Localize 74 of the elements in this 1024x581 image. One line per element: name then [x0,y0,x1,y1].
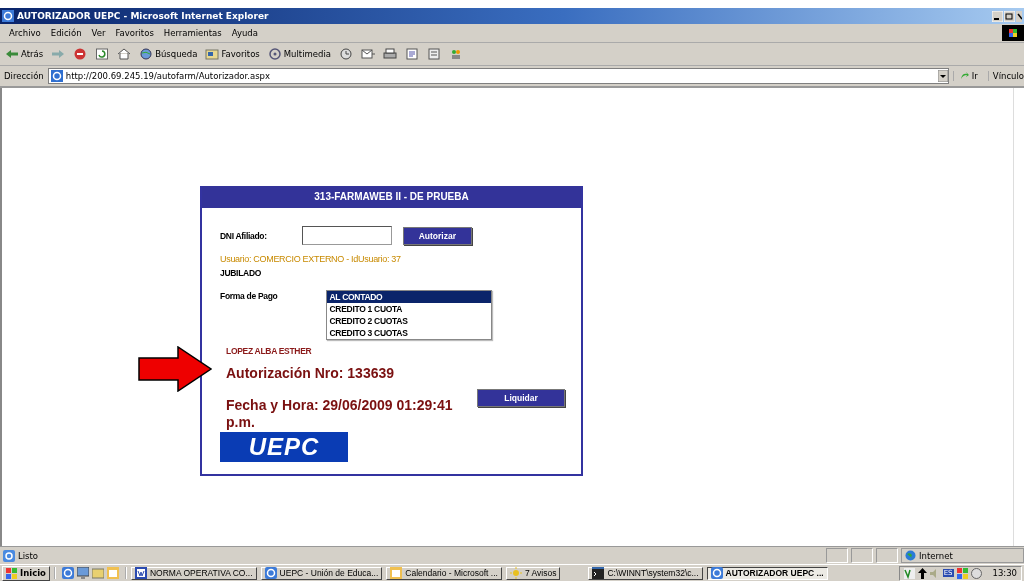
field-label: Forma de Pago [220,291,278,301]
windows-logo-icon [6,567,18,579]
menu-item[interactable]: Ayuda [226,28,263,38]
stop-icon [73,48,88,60]
media-icon [267,48,282,60]
page-icon [50,70,63,82]
right-arrow-icon [51,48,66,60]
taskbar-button[interactable]: UEPC - Unión de Educa... [260,566,383,580]
document-icon [405,48,420,60]
desktop-icon[interactable] [76,567,89,579]
list-option[interactable]: CREDITO 1 CUOTA [326,303,491,315]
list-option[interactable]: CREDITO 2 CUOTAS [326,315,491,327]
payment-listbox[interactable]: AL CONTADO CREDITO 1 CUOTA CREDITO 2 CUOTAS CREDITO 3 CUOTAS [325,290,492,340]
close-icon[interactable] [1016,10,1022,22]
globe-icon [139,48,154,60]
page-icon [3,549,15,562]
uepc-logo: UEPC [220,432,348,462]
globe-icon [905,550,916,561]
address-label: Dirección [4,71,44,81]
dni-input-field[interactable] [301,226,392,245]
menu-item[interactable]: Edición [45,28,87,38]
clock-icon [970,567,982,579]
settle-button[interactable]: Liquidar [477,389,565,407]
field-label: DNI Afiliado: [220,230,267,241]
menu-item[interactable]: Archivo [4,28,46,38]
taskbar-button[interactable]: NORMA OPERATIVA CO... [130,566,257,580]
left-arrow-icon [5,48,19,60]
document-icon [427,48,442,60]
authorization-number: Autorización Nro: 133639 [226,365,395,381]
toolbar-button[interactable]: Favoritos [203,48,262,60]
mail-icon [361,48,376,60]
arrow-icon [138,346,212,392]
browser-icon[interactable] [61,567,74,579]
user-info-text: Usuario: COMERCIO EXTERNO - IdUsuario: 37 [220,254,402,264]
taskbar-button[interactable]: Calendario - Microsoft ... [386,566,502,580]
clock: 13:30 [992,568,1017,578]
address-field[interactable]: http://200.69.245.19/autofarm/Autorizador.aspx [47,68,949,84]
category-text: JUBILADO [220,268,262,278]
windows-logo-icon [1002,25,1024,41]
member-name: LOPEZ ALBA ESTHER [226,346,312,356]
restore-icon[interactable] [1004,10,1015,22]
taskbar-button[interactable]: 7 Avisos [505,566,561,580]
taskbar-button[interactable]: AUTORIZADOR UEPC ... [706,566,828,580]
taskbar-button[interactable]: C:\WINNT\system32\c... [588,566,703,580]
toolbar-button[interactable]: Atrás [3,48,46,60]
toolbar-button[interactable]: Búsqueda [137,48,200,60]
links-button[interactable]: Vínculo [987,71,1024,81]
panel-header: 313-FARMAWEB II - DE PRUEBA [202,186,581,208]
sun-icon [509,567,522,579]
toolbar-button[interactable]: Multimedia [265,48,334,60]
toolbar-button[interactable] [381,48,400,60]
printer-icon [383,48,398,60]
refresh-icon [95,48,110,60]
browser-icon [2,10,14,22]
menu-item[interactable]: Favoritos [110,28,159,38]
window-title: AUTORIZADOR UEPC - Microsoft Internet Explorer [17,11,270,21]
list-option[interactable]: CREDITO 3 CUOTAS [326,327,491,339]
menu-item[interactable]: Ver [86,28,111,38]
date-time-text: Fecha y Hora: 29/06/2009 01:29:41 p.m. [226,397,454,431]
up-arrow-icon [917,567,927,579]
home-icon [117,48,132,60]
list-option[interactable]: AL CONTADO [326,291,491,303]
authorize-button[interactable]: Autorizar [402,226,472,245]
dropdown-icon [937,70,948,82]
status-text: Listo [18,550,40,561]
menu-item[interactable]: Herramientas [158,28,227,38]
toolbar-button[interactable] [359,48,378,60]
minimize-icon[interactable] [992,10,1003,22]
security-zone: Internet [901,548,1024,563]
go-button[interactable]: Ir [952,71,984,81]
go-arrow-icon [959,71,970,81]
folder-icon [205,48,220,60]
start-button[interactable]: Inicio [2,565,50,581]
history-icon [339,48,354,60]
